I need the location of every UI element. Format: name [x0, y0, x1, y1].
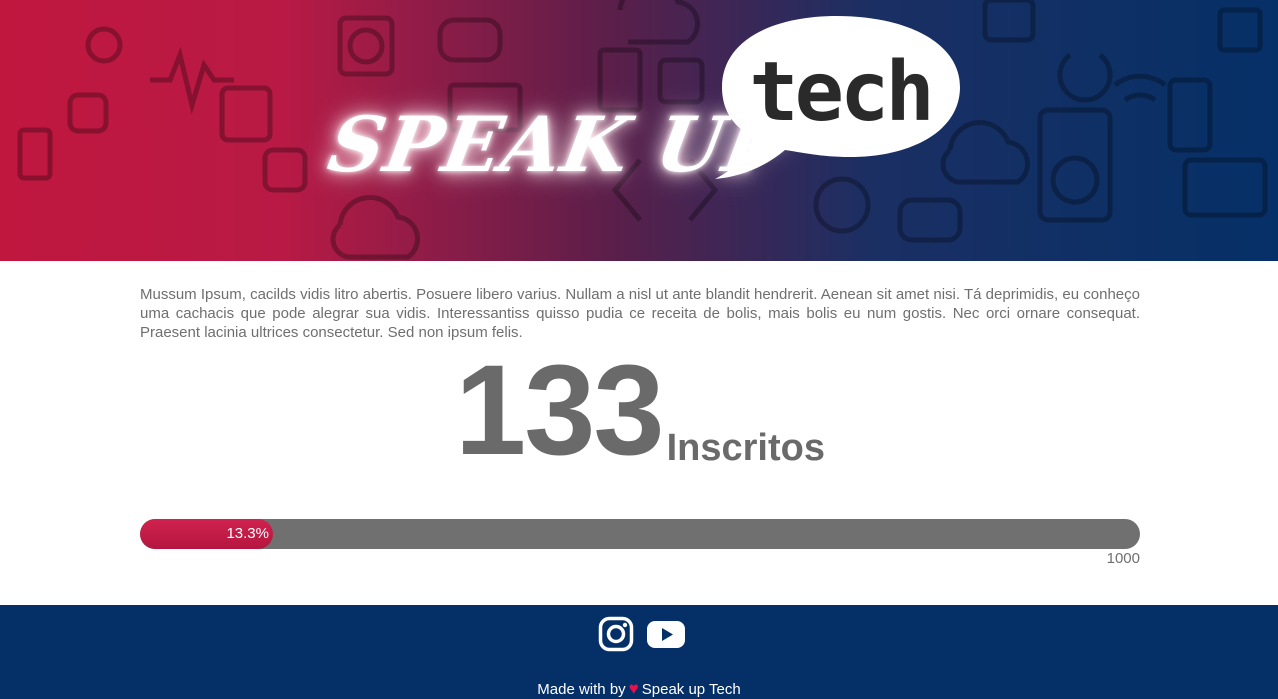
progress-goal: 1000 — [1106, 550, 1140, 567]
header-banner: SPEAK UP tech — [0, 0, 1278, 261]
heart-icon: ♥ — [628, 679, 639, 698]
instagram-icon — [598, 616, 634, 652]
youtube-link[interactable] — [646, 616, 685, 654]
youtube-icon — [647, 621, 685, 648]
subscriber-label: Inscritos — [666, 427, 825, 469]
instagram-link[interactable] — [598, 616, 636, 654]
main-content: Mussum Ipsum, cacilds vidis litro aberti… — [140, 285, 1140, 567]
subscriber-counter: 133 Inscritos — [140, 347, 1140, 475]
made-with-text: Made with by — [537, 681, 626, 698]
speech-bubble-logo: tech — [715, 16, 960, 179]
progress-fill: 13.3% — [140, 519, 273, 549]
credit-brand: Speak up Tech — [641, 681, 741, 698]
bubble-text: tech — [749, 45, 930, 140]
made-with-credit: Made with by ♥ Speak up Tech — [0, 679, 1278, 699]
social-links — [598, 616, 685, 654]
intro-text: Mussum Ipsum, cacilds vidis litro aberti… — [140, 286, 1140, 341]
subscriber-count: 133 — [455, 339, 665, 482]
progress-percent: 13.3% — [226, 525, 269, 542]
footer: Made with by ♥ Speak up Tech — [0, 605, 1278, 699]
progress-bar: 13.3% — [140, 519, 1140, 549]
